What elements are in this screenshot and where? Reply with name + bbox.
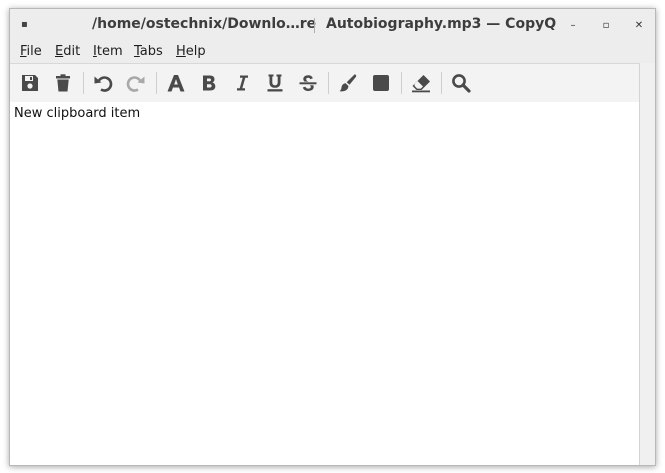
minimize-icon[interactable]: – xyxy=(567,20,579,32)
strikethrough-button[interactable] xyxy=(295,70,321,96)
toolbar-separator xyxy=(441,72,442,94)
toolbar-separator xyxy=(328,72,329,94)
clipboard-item-text[interactable]: New clipboard item xyxy=(14,106,140,121)
redo-button[interactable] xyxy=(123,70,149,96)
background-color-button[interactable] xyxy=(368,70,394,96)
brush-icon xyxy=(339,74,357,92)
vertical-scrollbar[interactable] xyxy=(639,63,655,465)
italic-icon xyxy=(237,75,248,91)
underline-icon xyxy=(267,74,283,92)
window-title-app: Autobiography.mp3 — CopyQ xyxy=(326,16,557,32)
italic-button[interactable] xyxy=(229,70,255,96)
close-icon[interactable]: ✕ xyxy=(633,20,645,32)
save-button[interactable] xyxy=(17,70,43,96)
menu-item[interactable]: Item xyxy=(93,44,123,59)
background-color-icon xyxy=(373,75,389,91)
editor-toolbar xyxy=(10,63,640,102)
menu-file[interactable]: File xyxy=(20,44,42,59)
undo-icon xyxy=(94,76,113,92)
save-icon xyxy=(22,75,38,91)
search-icon xyxy=(452,74,471,93)
font-button[interactable] xyxy=(163,70,189,96)
window-title-path: /home/ostechnix/Downlo…re xyxy=(92,16,317,32)
erase-style-button[interactable] xyxy=(408,70,434,96)
menu-edit[interactable]: Edit xyxy=(55,44,80,59)
window-menu-icon[interactable]: ▪ xyxy=(21,17,31,33)
underline-button[interactable] xyxy=(262,70,288,96)
title-separator xyxy=(314,18,315,33)
bold-icon xyxy=(203,75,216,91)
maximize-icon[interactable]: ▫ xyxy=(600,20,612,32)
trash-icon xyxy=(56,74,70,92)
toolbar-separator xyxy=(83,72,84,94)
menu-bar: File Edit Item Tabs Help xyxy=(10,42,655,63)
toolbar-separator xyxy=(156,72,157,94)
delete-button[interactable] xyxy=(50,70,76,96)
editor-area[interactable]: New clipboard item xyxy=(10,102,640,465)
eraser-icon xyxy=(412,75,430,93)
undo-button[interactable] xyxy=(90,70,116,96)
title-bar[interactable]: ▪ /home/ostechnix/Downlo…re Autobiograph… xyxy=(10,9,655,42)
bold-button[interactable] xyxy=(196,70,222,96)
redo-icon xyxy=(126,76,145,92)
menu-help[interactable]: Help xyxy=(176,44,206,59)
strikethrough-icon xyxy=(299,75,317,91)
search-button[interactable] xyxy=(448,70,474,96)
text-color-button[interactable] xyxy=(335,70,361,96)
toolbar-separator xyxy=(401,72,402,94)
font-icon xyxy=(167,75,185,92)
menu-tabs[interactable]: Tabs xyxy=(134,44,163,59)
copyq-window: ▪ /home/ostechnix/Downlo…re Autobiograph… xyxy=(9,8,656,466)
